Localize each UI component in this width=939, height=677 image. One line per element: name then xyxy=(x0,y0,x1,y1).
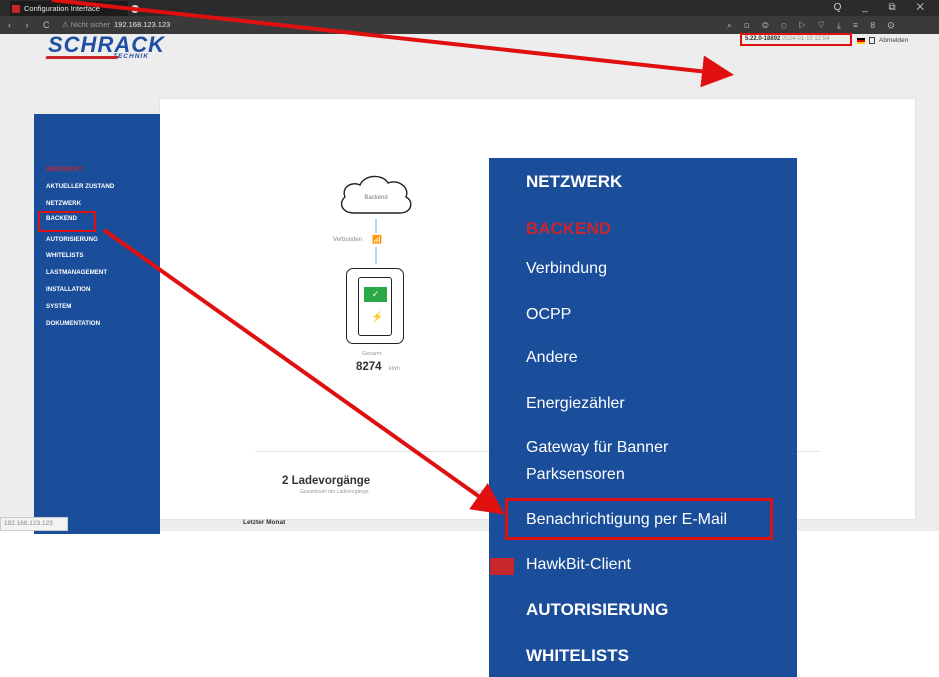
annotation-arrows xyxy=(51,0,734,515)
arrow-to-version xyxy=(51,0,734,88)
arrow-to-email xyxy=(102,228,505,515)
